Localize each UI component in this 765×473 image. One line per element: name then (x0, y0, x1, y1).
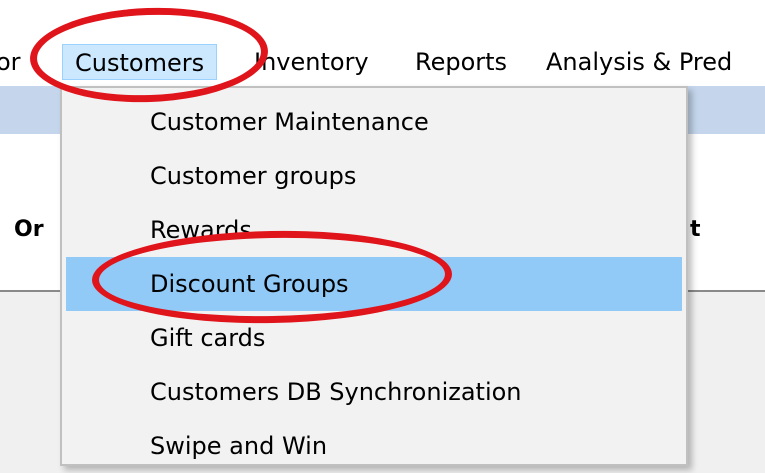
menu-item-customer-maintenance[interactable]: Customer Maintenance (66, 95, 682, 149)
menu-item-discount-groups[interactable]: Discount Groups (66, 257, 682, 311)
menu-item-customer-groups[interactable]: Customer groups (66, 149, 682, 203)
menu-item-customers-db-sync[interactable]: Customers DB Synchronization (66, 365, 682, 419)
menu-item-label: Gift cards (150, 324, 266, 352)
customers-dropdown-menu: Customer Maintenance Customer groups Rew… (60, 86, 688, 466)
menu-reports[interactable]: Reports (415, 44, 507, 80)
menu-bar: or Customers Inventory Reports Analysis … (0, 0, 765, 86)
menu-item-label: Customers DB Synchronization (150, 378, 522, 406)
menu-item-partial[interactable]: or (0, 44, 21, 80)
column-header-partial: t (690, 217, 701, 242)
menu-inventory[interactable]: Inventory (254, 44, 369, 80)
column-header-order: Or (14, 217, 44, 242)
menu-analysis[interactable]: Analysis & Pred (546, 44, 732, 80)
menu-item-label: Discount Groups (150, 270, 349, 298)
menu-customers[interactable]: Customers (62, 44, 218, 80)
menu-item-label: Customer Maintenance (150, 108, 429, 136)
menu-item-rewards[interactable]: Rewards (66, 203, 682, 257)
menu-item-label: Rewards (150, 216, 252, 244)
menu-item-label: Customer groups (150, 162, 357, 190)
menu-item-label: Swipe and Win (150, 432, 328, 460)
menu-item-gift-cards[interactable]: Gift cards (66, 311, 682, 365)
menu-item-swipe-and-win[interactable]: Swipe and Win (66, 419, 682, 473)
